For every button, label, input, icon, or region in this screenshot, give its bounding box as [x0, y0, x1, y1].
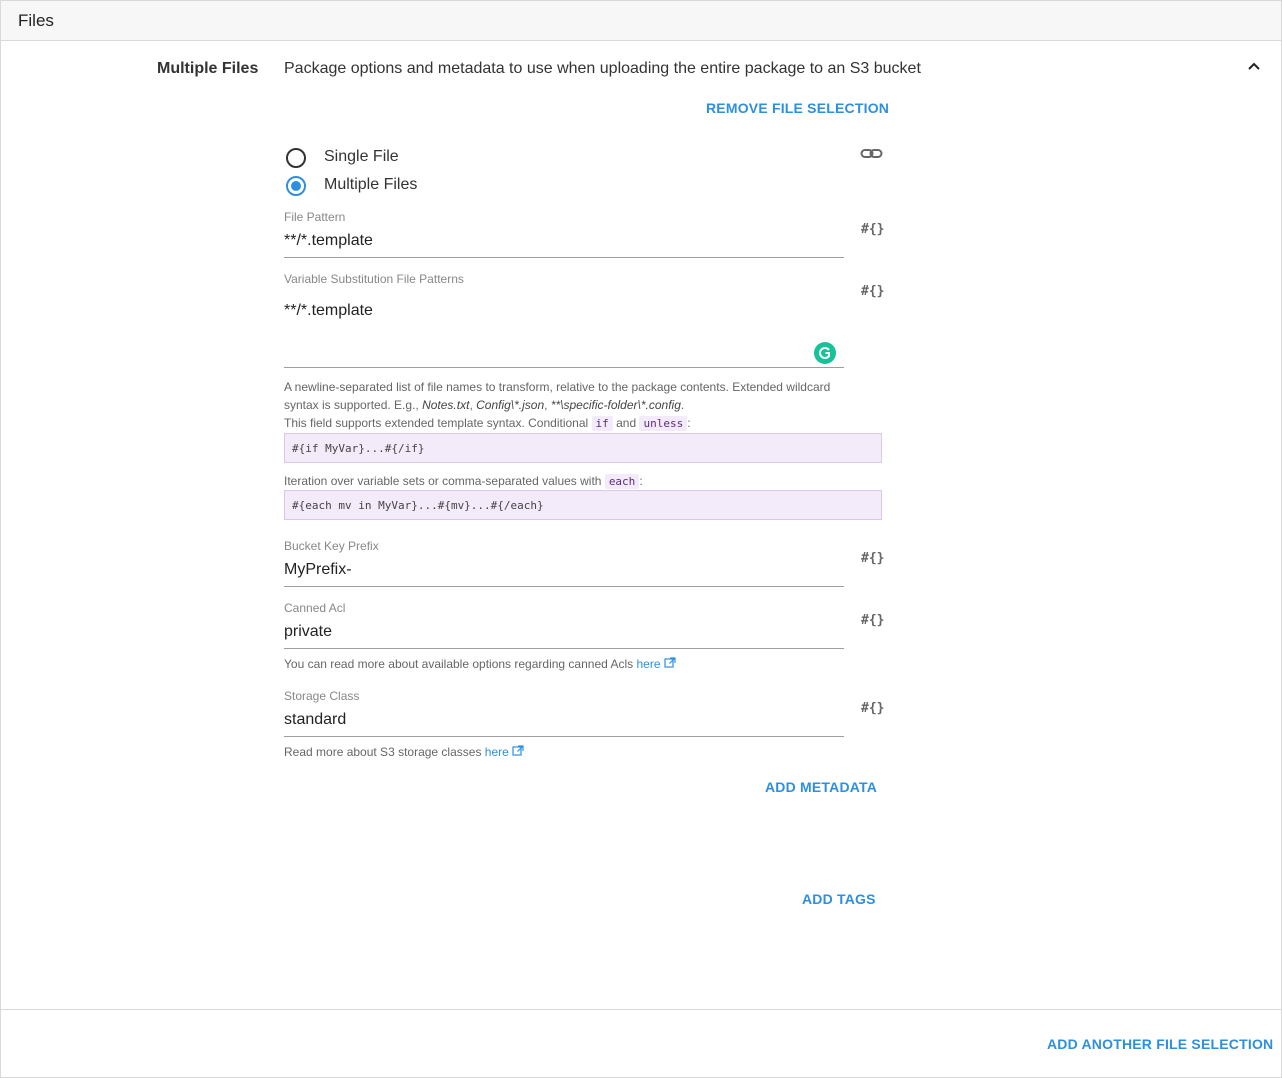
var-sub-label: Variable Substitution File Patterns: [284, 272, 464, 286]
file-pattern-label: File Pattern: [284, 210, 346, 224]
radio-circle: [286, 148, 306, 168]
storage-class-help: Read more about S3 storage classes here: [284, 743, 524, 761]
variable-binding-icon[interactable]: #{}: [861, 613, 884, 628]
radio-multiple-files[interactable]: [286, 176, 306, 196]
storage-class-here-link[interactable]: here: [485, 745, 509, 759]
radio-circle-checked: [286, 176, 306, 196]
external-link-icon[interactable]: [664, 657, 676, 671]
help-text: Read more about S3 storage classes: [284, 745, 485, 759]
help-line: This field supports extended template sy…: [284, 414, 864, 433]
help-text: :: [639, 474, 643, 488]
files-panel: Files Multiple Files Package options and…: [0, 0, 1282, 1078]
radio-single-file[interactable]: [286, 148, 306, 168]
help-text: .: [680, 398, 685, 412]
storage-class-underline: [284, 736, 844, 737]
remove-file-selection-button[interactable]: REMOVE FILE SELECTION: [706, 100, 889, 116]
keyword-code: unless: [639, 416, 688, 431]
panel-title: Files: [18, 11, 54, 30]
section-description: Package options and metadata to use when…: [284, 60, 921, 77]
example-text: **\specific-folder\*.config: [550, 398, 681, 412]
help-text: syntax is supported. E.g.,: [284, 398, 423, 412]
grammarly-icon[interactable]: [814, 342, 836, 364]
variable-binding-icon[interactable]: #{}: [861, 284, 884, 299]
variable-binding-icon[interactable]: #{}: [861, 701, 884, 716]
radio-multiple-files-label[interactable]: Multiple Files: [324, 176, 417, 194]
radio-dot: [291, 181, 301, 191]
section-label: Multiple Files: [157, 60, 259, 77]
variable-binding-icon[interactable]: #{}: [861, 551, 884, 566]
bucket-key-prefix-input[interactable]: MyPrefix-: [284, 561, 352, 579]
canned-acl-help: You can read more about available option…: [284, 655, 676, 673]
file-pattern-input[interactable]: **/*.template: [284, 232, 373, 250]
canned-acl-here-link[interactable]: here: [636, 657, 660, 671]
help-text: and: [612, 416, 640, 430]
var-sub-textarea[interactable]: **/*.template: [284, 302, 373, 320]
keyword-code: if: [591, 416, 613, 431]
canned-acl-input[interactable]: private: [284, 623, 332, 641]
chevron-up-icon[interactable]: [1245, 58, 1263, 76]
help-text: You can read more about available option…: [284, 657, 637, 671]
storage-class-label: Storage Class: [284, 689, 360, 703]
code-example-each: #{each mv in MyVar}...#{mv}...#{/each}: [284, 490, 882, 520]
storage-class-input[interactable]: standard: [284, 711, 346, 729]
panel-header: Files: [1, 1, 1281, 41]
bucket-key-prefix-underline: [284, 586, 844, 587]
keyword-code: each: [604, 474, 640, 489]
add-another-file-selection-button[interactable]: ADD ANOTHER FILE SELECTION: [1047, 1036, 1273, 1052]
var-sub-help: A newline-separated list of file names t…: [284, 378, 864, 433]
example-text: Notes.txt: [422, 398, 470, 412]
help-line: syntax is supported. E.g., Notes.txt, Co…: [284, 396, 864, 414]
help-line: A newline-separated list of file names t…: [284, 380, 831, 394]
var-sub-underline: [284, 367, 844, 368]
bucket-key-prefix-label: Bucket Key Prefix: [284, 539, 379, 553]
link-icon[interactable]: [860, 146, 884, 162]
example-text: Config\*.json: [476, 398, 545, 412]
help-text: This field supports extended template sy…: [284, 416, 592, 430]
file-pattern-underline: [284, 257, 844, 258]
add-tags-button[interactable]: ADD TAGS: [802, 891, 876, 907]
variable-binding-icon[interactable]: #{}: [861, 222, 884, 237]
canned-acl-label: Canned Acl: [284, 601, 346, 615]
canned-acl-underline: [284, 648, 844, 649]
help-text: :: [687, 416, 691, 430]
code-example-if: #{if MyVar}...#{/if}: [284, 433, 882, 463]
help-text: Iteration over variable sets or comma-se…: [284, 474, 605, 488]
iteration-help: Iteration over variable sets or comma-se…: [284, 472, 864, 491]
external-link-icon[interactable]: [512, 745, 524, 759]
radio-single-file-label[interactable]: Single File: [324, 148, 399, 166]
add-metadata-button[interactable]: ADD METADATA: [765, 779, 877, 795]
footer-divider: [1, 1009, 1281, 1010]
help-text: ,: [544, 398, 551, 412]
